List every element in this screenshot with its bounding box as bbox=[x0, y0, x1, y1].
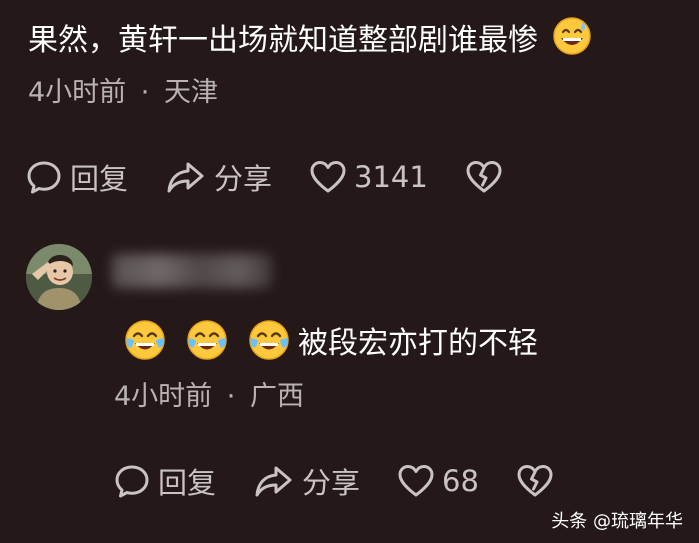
heart-icon bbox=[310, 160, 346, 194]
reply-button[interactable]: 回复 bbox=[114, 460, 216, 502]
watermark: 头条 @琉璃年华 bbox=[551, 511, 683, 532]
share-button[interactable]: 分享 bbox=[254, 460, 360, 502]
heart-icon bbox=[398, 464, 434, 498]
crying-laughing-face-icon bbox=[186, 319, 228, 361]
broken-heart-icon bbox=[466, 160, 502, 194]
avatar[interactable] bbox=[26, 244, 92, 310]
blurred-username bbox=[112, 254, 272, 288]
meta-separator: · bbox=[140, 77, 150, 108]
share-arrow-icon bbox=[166, 159, 206, 195]
reply-body: 被段宏亦打的不轻 bbox=[124, 318, 538, 362]
like-button[interactable]: 3141 bbox=[310, 160, 428, 194]
speech-bubble-icon bbox=[114, 463, 150, 499]
crying-laughing-face-icon bbox=[124, 319, 166, 361]
reply-text: 被段宏亦打的不轻 bbox=[298, 326, 538, 361]
comment-meta: 4小时前 · 天津 bbox=[28, 76, 218, 110]
broken-heart-icon bbox=[517, 464, 553, 498]
like-button[interactable]: 68 bbox=[398, 464, 479, 498]
like-count: 3141 bbox=[354, 160, 428, 194]
comment-action-bar: 回复 分享 3141 bbox=[26, 156, 540, 198]
share-label: 分享 bbox=[214, 162, 273, 196]
reply-meta: 4小时前 · 广西 bbox=[114, 380, 304, 414]
reply-time: 4小时前 bbox=[114, 381, 213, 412]
comment-location: 天津 bbox=[163, 77, 218, 108]
dislike-button[interactable] bbox=[517, 464, 553, 498]
share-button[interactable]: 分享 bbox=[166, 156, 272, 198]
share-label: 分享 bbox=[302, 466, 361, 500]
like-count: 68 bbox=[442, 464, 479, 498]
reply-location: 广西 bbox=[249, 381, 304, 412]
crying-laughing-face-icon bbox=[248, 319, 290, 361]
share-arrow-icon bbox=[254, 463, 294, 499]
meta-separator: · bbox=[226, 381, 236, 412]
dislike-button[interactable] bbox=[466, 160, 502, 194]
reply-label: 回复 bbox=[70, 162, 129, 196]
comment-text: 果然，黄轩一出场就知道整部剧谁最惨 bbox=[28, 23, 538, 58]
comment-time: 4小时前 bbox=[28, 77, 127, 108]
reply-label: 回复 bbox=[158, 466, 217, 500]
reply-action-bar: 回复 分享 68 bbox=[114, 460, 591, 502]
speech-bubble-icon bbox=[26, 159, 62, 195]
reply-button[interactable]: 回复 bbox=[26, 156, 128, 198]
comment-body: 果然，黄轩一出场就知道整部剧谁最惨 bbox=[28, 16, 592, 69]
grinning-sweat-face-icon bbox=[552, 16, 592, 69]
